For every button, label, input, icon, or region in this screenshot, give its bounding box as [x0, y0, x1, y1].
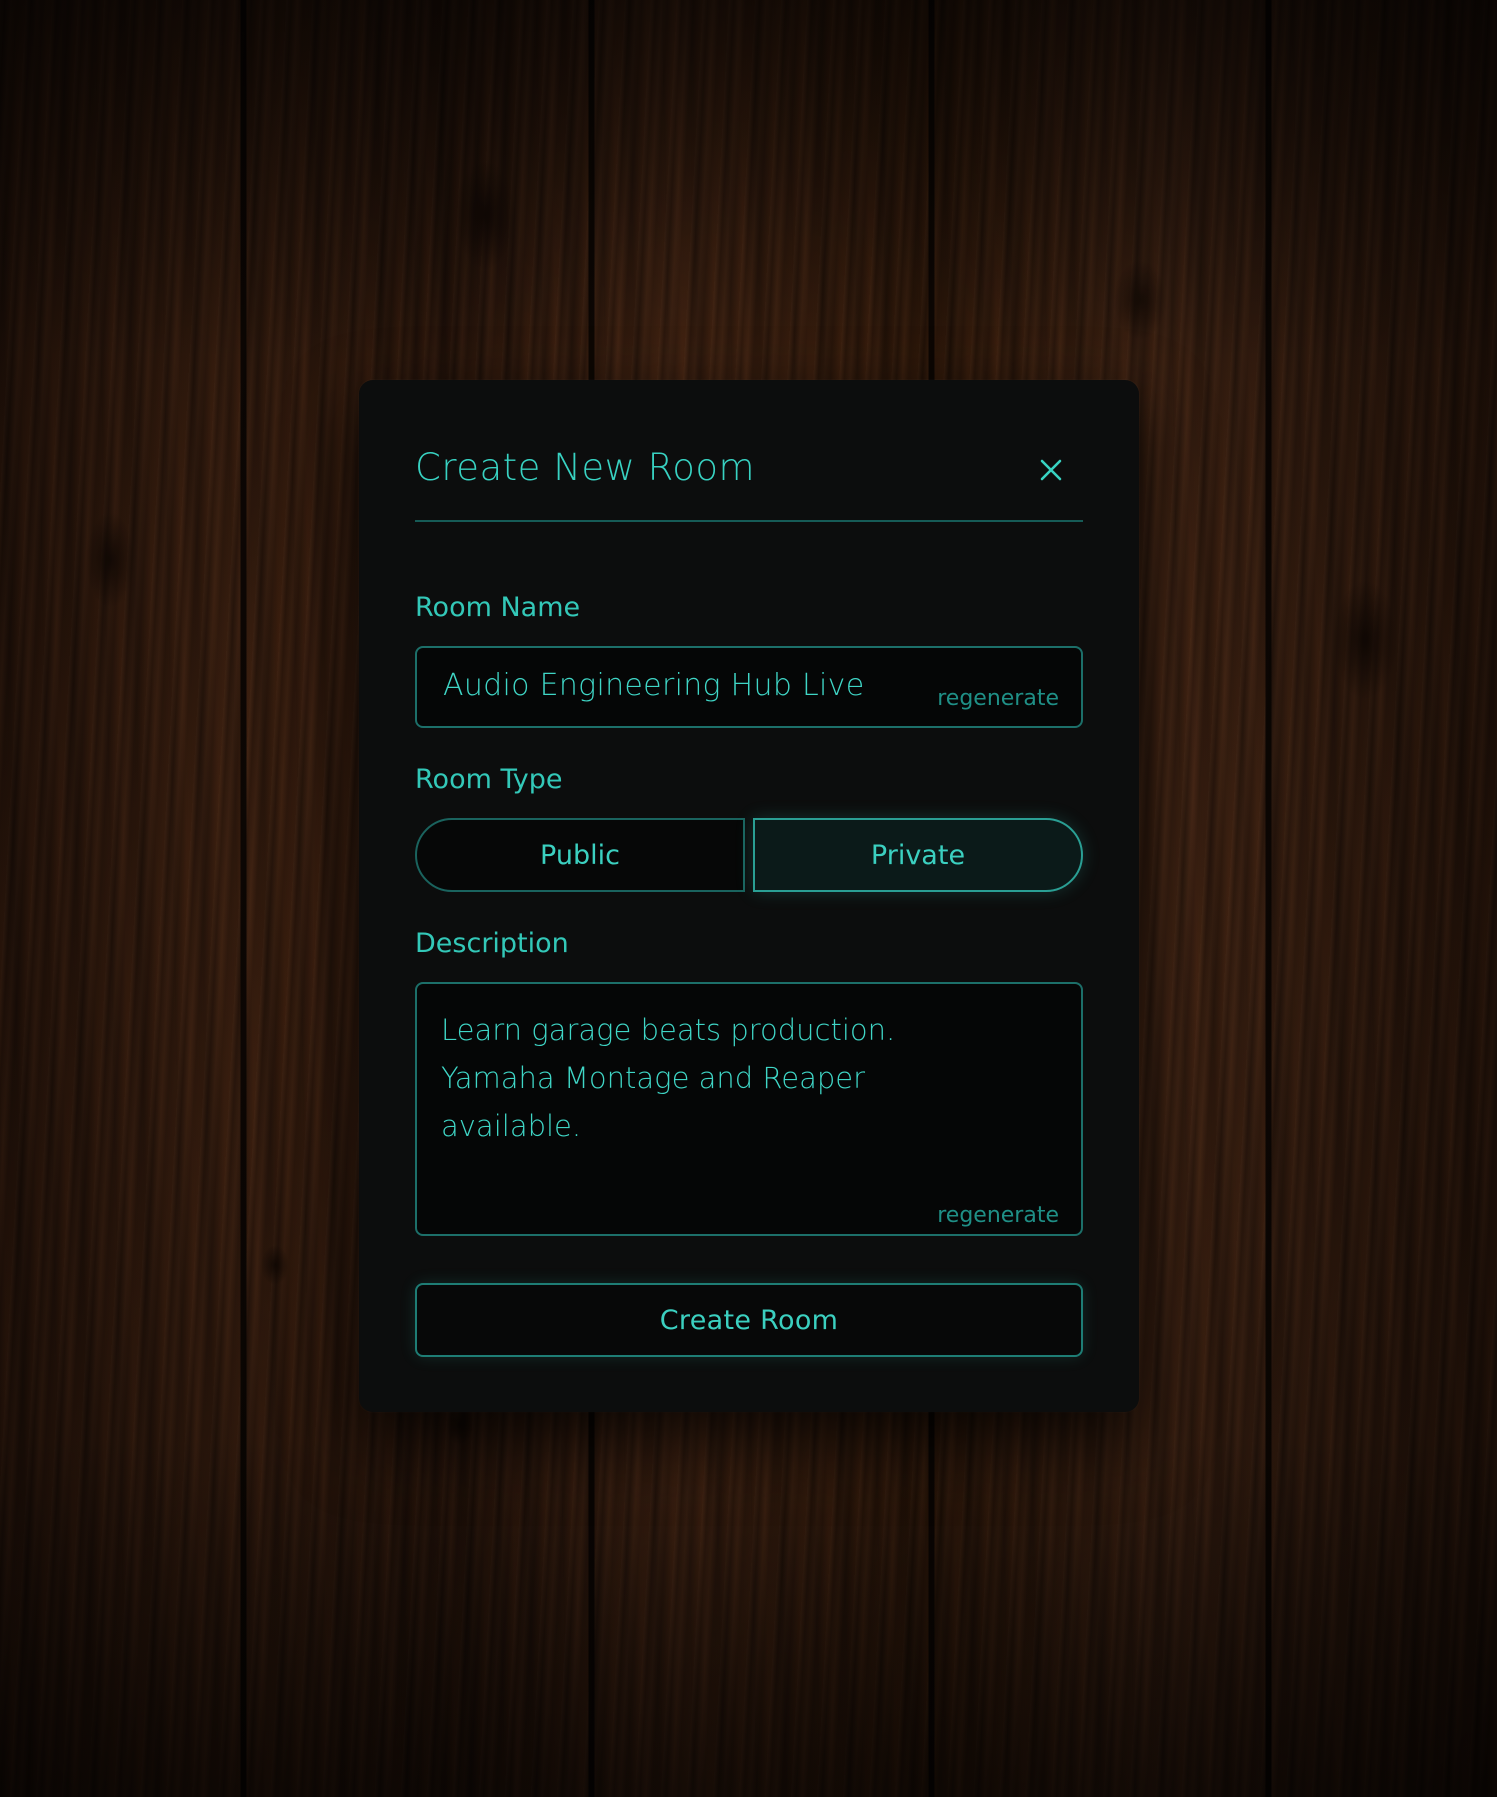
close-icon — [1040, 459, 1062, 481]
description-textarea[interactable]: Learn garage beats production. Yamaha Mo… — [415, 982, 1083, 1236]
room-name-value: Audio Engineering Hub Live — [443, 668, 865, 703]
regenerate-description-link[interactable]: regenerate — [937, 1203, 1059, 1228]
description-value: Learn garage beats production. Yamaha Mo… — [441, 1013, 896, 1143]
create-room-modal: Create New Room Room Name Audio Engineer… — [359, 380, 1139, 1412]
room-type-private-button[interactable]: Private — [753, 818, 1083, 892]
room-type-toggle: Public Private — [415, 818, 1083, 892]
description-label: Description — [415, 928, 569, 959]
room-name-label: Room Name — [415, 592, 581, 623]
create-room-button[interactable]: Create Room — [415, 1283, 1083, 1357]
room-name-input[interactable]: Audio Engineering Hub Live regenerate — [415, 646, 1083, 728]
room-type-label: Room Type — [415, 764, 563, 795]
modal-title: Create New Room — [415, 446, 756, 489]
room-type-public-button[interactable]: Public — [415, 818, 745, 892]
modal-header: Create New Room — [415, 442, 1083, 522]
regenerate-name-link[interactable]: regenerate — [937, 686, 1059, 711]
close-button[interactable] — [1037, 456, 1065, 484]
